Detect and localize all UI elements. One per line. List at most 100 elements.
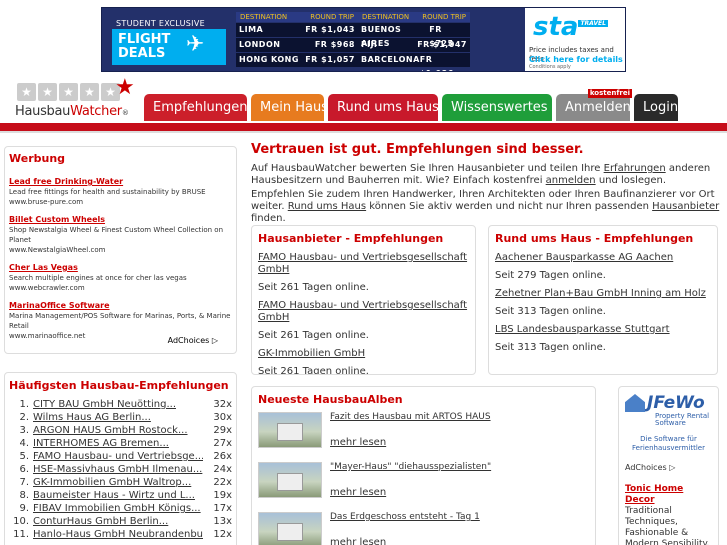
route-row: FIJI FR $1,047	[358, 38, 470, 52]
company-link[interactable]: INTERHOMES AG Bremen...	[33, 438, 169, 449]
hausanbieter-title: Hausanbieter - Empfehlungen	[258, 232, 444, 245]
tab-login[interactable]: Login	[634, 94, 678, 121]
ad-title[interactable]: Tonic Home Decor	[625, 484, 712, 506]
star-icon: ★	[80, 83, 99, 101]
sta-travel-banner-ad[interactable]: STUDENT EXCLUSIVE FLIGHT DEALS ✈ DESTINA…	[101, 7, 626, 72]
anmelden-link[interactable]: anmelden	[546, 175, 596, 186]
flight-text: FLIGHT	[118, 32, 171, 47]
route-table-1: DESTINATION ROUND TRIP LIMA FR $1,043 LOND…	[236, 12, 358, 67]
album-thumbnail[interactable]	[258, 462, 322, 498]
deals-text: DEALS	[118, 46, 166, 61]
company-link[interactable]: Hanlo-Haus GmbH Neubrandenbur...	[33, 529, 203, 540]
werbung-title: Werbung	[9, 152, 66, 165]
mehr-lesen-link[interactable]: mehr lesen	[330, 537, 480, 545]
ad-desc: Search multiple engines at once for cher…	[9, 274, 187, 282]
top-list: 1. CITY BAU GmbH Neuötting... 32x 2. Wilms …	[9, 398, 232, 541]
ad-item[interactable]: Cher Las Vegas Search multiple engines a…	[9, 263, 232, 293]
ad-url: www.bruse-pure.com	[9, 198, 84, 206]
company-link[interactable]: LBS Landesbausparkasse Stuttgart	[495, 324, 711, 336]
hausbauwatcher-logo[interactable]: ★ ★ ★ ★ ★ ★ HausbauWatcher®	[13, 73, 144, 123]
star-icon: ★	[17, 83, 36, 101]
list-item: FAMO Hausbau- und Vertriebsgesellschaft …	[258, 252, 469, 293]
rund-ums-haus-box: Rund ums Haus - Empfehlungen Aachener Ba…	[488, 225, 718, 375]
jfewo-logo-sub: Property Rental Software	[655, 412, 710, 427]
dest-header: DESTINATION	[362, 13, 410, 21]
route-row: BARCELONAFR $1,086	[358, 53, 470, 71]
adchoices-link[interactable]: AdChoices ▷	[625, 463, 712, 472]
sta-logo: sta TRAVEL	[533, 12, 608, 42]
erfahrungen-link[interactable]: Erfahrungen	[604, 163, 666, 174]
company-link[interactable]: Baumeister Haus - Wirtz und L...	[33, 490, 195, 501]
mehr-lesen-link[interactable]: mehr lesen	[330, 437, 491, 448]
tab-mein-haus[interactable]: Mein Haus	[251, 94, 328, 121]
company-link[interactable]: GK-Immobilien GmbH Waltrop...	[33, 477, 191, 488]
sta-click-link[interactable]: Click here for details	[529, 55, 623, 64]
company-link[interactable]: Wilms Haus AG Berlin...	[33, 412, 151, 423]
jfewo-logo: JFeWo	[625, 393, 712, 413]
logo-name: HausbauWatcher®	[15, 104, 129, 119]
rund-ums-haus-title: Rund ums Haus - Empfehlungen	[495, 232, 694, 245]
company-link[interactable]: Aachener Bausparkasse AG Aachen	[495, 252, 711, 264]
album-thumbnail[interactable]	[258, 512, 322, 545]
company-link[interactable]: CITY BAU GmbH Neuötting...	[33, 399, 176, 410]
company-link[interactable]: GK-Immobilien GmbH	[258, 348, 469, 360]
adchoices-link[interactable]: AdChoices ▷	[168, 336, 218, 345]
star-icon: ★	[38, 83, 57, 101]
tab-rund-ums-haus[interactable]: Rund ums Haus	[328, 94, 439, 121]
rund-ums-haus-link[interactable]: Rund ums Haus	[288, 201, 366, 212]
star-icon: ★	[59, 83, 78, 101]
list-item: 8. Baumeister Haus - Wirtz und L... 19x	[19, 490, 232, 501]
list-item: LBS Landesbausparkasse Stuttgart Seit 313…	[495, 324, 711, 354]
company-link[interactable]: FAMO Hausbau- und Vertriebsgesellschaft …	[258, 252, 469, 276]
tab-anmelden[interactable]: Anmelden kostenfrei	[556, 89, 632, 121]
list-item: 3. ARGON HAUS GmbH Rostock... 29x	[19, 425, 232, 436]
ad-item[interactable]: MarinaOffice Software Marina Management/…	[9, 301, 232, 341]
banner-student-text: STUDENT EXCLUSIVE	[116, 19, 205, 28]
company-link[interactable]: FAMO Hausbau- und Vertriebsge...	[33, 451, 203, 462]
list-item: 7. GK-Immobilien GmbH Waltrop... 22x	[19, 477, 232, 488]
album-title-link[interactable]: Das Erdgeschoss entsteht - Tag 1	[330, 512, 480, 523]
company-link[interactable]: Zehetner Plan+Bau GmbH Inning am Holz	[495, 288, 711, 300]
ad-title: MarinaOffice Software	[9, 301, 110, 310]
company-link[interactable]: ConturHaus GmbH Berlin...	[33, 516, 168, 527]
ad-desc: Traditional Techniques, Fashionable & Mo…	[625, 506, 710, 545]
ad-desc: Lead free fittings for health and sustai…	[9, 188, 206, 196]
company-link[interactable]: FIBAV Immobilien GmbH Königs...	[33, 503, 201, 514]
route-row: BUENOS AIRES FR $725	[358, 23, 470, 48]
kostenfrei-badge: kostenfrei	[587, 89, 632, 98]
tab-wissenswertes[interactable]: Wissenswertes	[442, 94, 552, 121]
alben-title: Neueste HausbauAlben	[258, 393, 403, 406]
company-link[interactable]: FAMO Hausbau- und Vertriebsgesellschaft …	[258, 300, 469, 324]
top-empfehlungen-box: Häufigsten Hausbau-Empfehlungen 1. CITY B…	[4, 372, 237, 545]
list-item: 4. INTERHOMES AG Bremen... 27x	[19, 438, 232, 449]
jfewo-ad-box[interactable]: JFeWo Property Rental Software Die Softw…	[618, 386, 719, 545]
album-thumbnail[interactable]	[258, 412, 322, 448]
page-title: Vertrauen ist gut. Empfehlungen sind bes…	[251, 142, 584, 157]
page: STUDENT EXCLUSIVE FLIGHT DEALS ✈ DESTINA…	[0, 0, 727, 545]
ad-title: Cher Las Vegas	[9, 263, 78, 272]
intro-paragraph-1: Auf HausbauWatcher bewerten Sie Ihren Ha…	[251, 163, 711, 186]
intro-paragraph-2: Empfehlen Sie zudem Ihren Handwerker, Ih…	[251, 189, 720, 224]
hausanbieter-link[interactable]: Hausanbieter	[652, 201, 719, 212]
tab-empfehlungen[interactable]: Empfehlungen	[144, 94, 248, 121]
ad-item[interactable]: Lead free Drinking-Water Lead free fitti…	[9, 177, 232, 207]
ad-desc: Shop Newstalgia Wheel & Finest Custom Wh…	[9, 226, 224, 244]
ad-url: www.NewstalgiaWheel.com	[9, 246, 106, 254]
header-grey-bar	[0, 131, 727, 133]
company-link[interactable]: HSE-Massivhaus GmbH Ilmenau...	[33, 464, 202, 475]
sta-logo-area: sta TRAVEL Price includes taxes and fees …	[525, 8, 625, 71]
album-title-link[interactable]: Fazit des Hausbau mit ARTOS HAUS	[330, 412, 491, 423]
album-title-link[interactable]: "Mayer-Haus" "diehausspezialisten"	[330, 462, 491, 473]
rt-header: ROUND TRIP	[310, 13, 354, 21]
album-item: Fazit des Hausbau mit ARTOS HAUS mehr les…	[258, 412, 589, 457]
list-item: 6. HSE-Massivhaus GmbH Ilmenau... 24x	[19, 464, 232, 475]
ad-item[interactable]: Billet Custom Wheels Shop Newstalgia Whe…	[9, 215, 232, 255]
ad-title: Billet Custom Wheels	[9, 215, 106, 224]
mehr-lesen-link[interactable]: mehr lesen	[330, 487, 491, 498]
hausanbieter-box: Hausanbieter - Empfehlungen FAMO Hausbau…	[251, 225, 476, 375]
route-table-2: DESTINATION ROUND TRIP BUENOS AIRES FR $72…	[358, 12, 470, 71]
airplane-icon: ✈	[186, 32, 205, 57]
list-item: GK-Immobilien GmbH Seit 261 Tagen online.	[258, 348, 469, 374]
company-link[interactable]: ARGON HAUS GmbH Rostock...	[33, 425, 188, 436]
route-row: LIMA FR $1,043	[236, 23, 358, 37]
